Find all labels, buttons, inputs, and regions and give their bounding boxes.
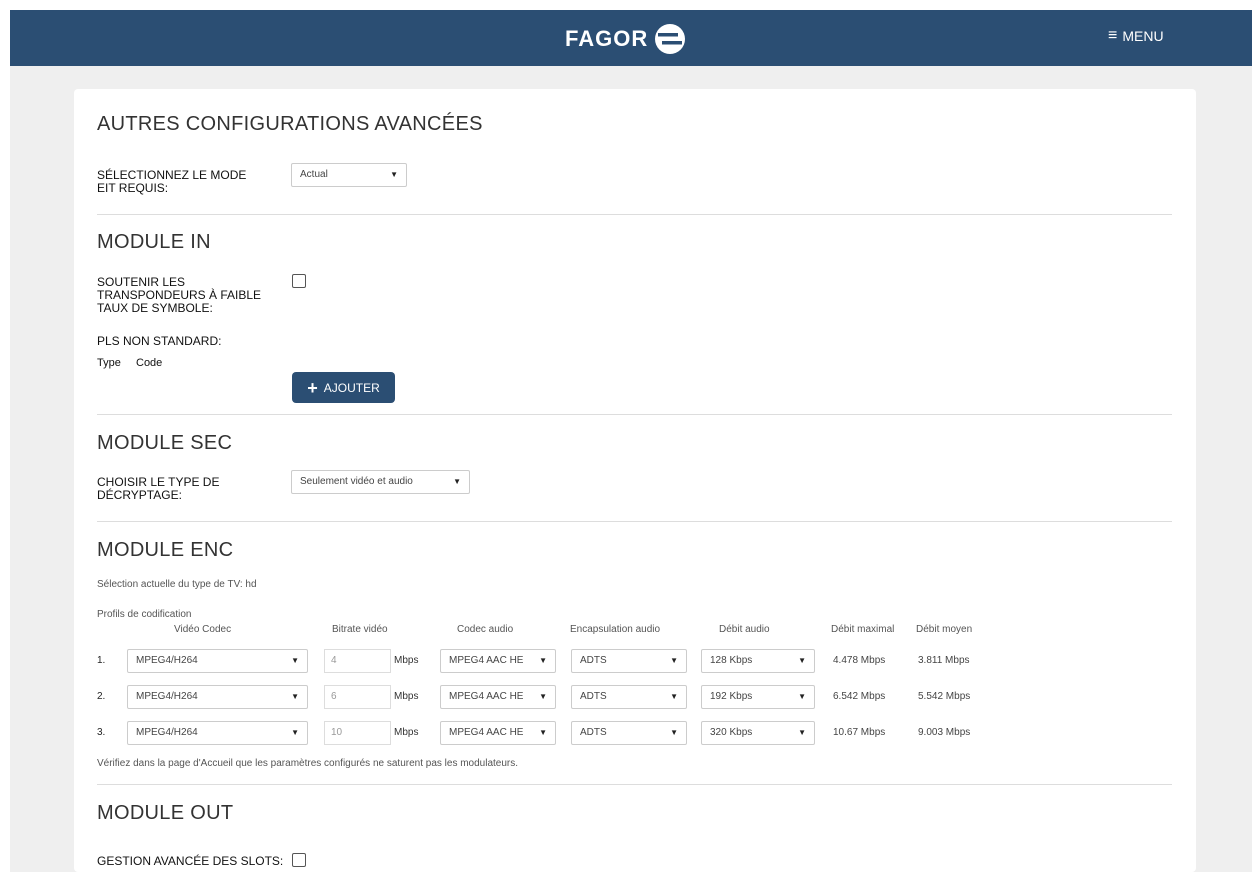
divider — [97, 521, 1172, 522]
profile-row-number: 3. — [97, 727, 106, 738]
logo-text: FAGOR — [565, 26, 649, 51]
menu-button[interactable]: ≡ MENU — [1108, 27, 1164, 45]
eit-mode-label: SÉLECTIONNEZ LE MODE EIT REQUIS: — [97, 168, 247, 195]
audio-rate-value: 192 Kbps — [710, 691, 753, 702]
video-bitrate-input[interactable]: 4 — [324, 649, 391, 673]
low-rate-checkbox[interactable] — [292, 274, 306, 288]
hamburger-icon: ≡ — [1108, 27, 1118, 44]
chevron-down-icon: ▼ — [670, 728, 678, 737]
col-audio-encapsulation: Encapsulation audio — [570, 624, 661, 635]
tv-type-text: Sélection actuelle du type de TV: hd — [97, 579, 257, 590]
audio-rate-value: 320 Kbps — [710, 727, 753, 738]
video-codec-value: MPEG4/H264 — [136, 727, 198, 738]
chevron-down-icon: ▼ — [291, 728, 299, 737]
slots-checkbox[interactable] — [292, 853, 306, 867]
fagor-logo[interactable]: FAGOR — [565, 23, 686, 55]
chevron-down-icon: ▼ — [539, 728, 547, 737]
bitrate-unit: Mbps — [394, 727, 419, 738]
chevron-down-icon: ▼ — [291, 692, 299, 701]
chevron-down-icon: ▼ — [798, 656, 806, 665]
audio-rate-select[interactable]: 320 Kbps ▼ — [701, 721, 815, 745]
decrypt-type-value: Seulement vidéo et audio — [300, 476, 413, 487]
audio-codec-select[interactable]: MPEG4 AAC HE ▼ — [440, 721, 556, 745]
eit-mode-select[interactable]: Actual ▼ — [291, 163, 407, 187]
audio-codec-value: MPEG4 AAC HE — [449, 727, 524, 738]
bitrate-unit: Mbps — [394, 655, 419, 666]
chevron-down-icon: ▼ — [390, 170, 398, 179]
divider — [97, 784, 1172, 785]
fagor-logo-mark-icon — [655, 24, 686, 54]
max-rate-value: 4.478 Mbps — [833, 655, 886, 666]
avg-rate-value: 5.542 Mbps — [918, 691, 971, 702]
video-codec-value: MPEG4/H264 — [136, 691, 198, 702]
audio-codec-value: MPEG4 AAC HE — [449, 691, 524, 702]
chevron-down-icon: ▼ — [291, 656, 299, 665]
audio-codec-select[interactable]: MPEG4 AAC HE ▼ — [440, 649, 556, 673]
audio-rate-select[interactable]: 128 Kbps ▼ — [701, 649, 815, 673]
chevron-down-icon: ▼ — [670, 656, 678, 665]
low-rate-label: SOUTENIR LES TRANSPONDEURS À FAIBLE TAUX… — [97, 275, 262, 315]
bitrate-unit: Mbps — [394, 691, 419, 702]
col-video-codec: Vidéo Codec — [174, 624, 232, 635]
encapsulation-value: ADTS — [580, 655, 607, 666]
advanced-title: AUTRES CONFIGURATIONS AVANCÉES — [97, 113, 483, 135]
profile-row-number: 2. — [97, 691, 106, 702]
encapsulation-select[interactable]: ADTS ▼ — [571, 685, 687, 709]
video-bitrate-input[interactable]: 6 — [324, 685, 391, 709]
video-codec-select[interactable]: MPEG4/H264 ▼ — [127, 649, 308, 673]
avg-rate-value: 3.811 Mbps — [918, 655, 970, 666]
chevron-down-icon: ▼ — [670, 692, 678, 701]
chevron-down-icon: ▼ — [539, 656, 547, 665]
add-pls-button[interactable]: + AJOUTER — [292, 372, 395, 403]
col-video-bitrate: Bitrate vidéo — [332, 624, 388, 635]
menu-label: MENU — [1122, 28, 1164, 44]
max-rate-value: 10.67 Mbps — [833, 727, 886, 738]
settings-card: AUTRES CONFIGURATIONS AVANCÉES SÉLECTION… — [74, 89, 1196, 872]
enc-note: Vérifiez dans la page d'Accueil que les … — [97, 758, 519, 769]
audio-rate-select[interactable]: 192 Kbps ▼ — [701, 685, 815, 709]
profile-row-number: 1. — [97, 655, 106, 666]
encapsulation-value: ADTS — [580, 691, 607, 702]
chevron-down-icon: ▼ — [798, 692, 806, 701]
chevron-down-icon: ▼ — [798, 728, 806, 737]
audio-rate-value: 128 Kbps — [710, 655, 753, 666]
module-sec-title: MODULE SEC — [97, 432, 233, 454]
col-max-rate: Débit maximal — [831, 624, 895, 635]
video-bitrate-input[interactable]: 10 — [324, 721, 391, 745]
encapsulation-select[interactable]: ADTS ▼ — [571, 649, 687, 673]
decrypt-type-select[interactable]: Seulement vidéo et audio ▼ — [291, 470, 470, 494]
add-button-label: AJOUTER — [323, 380, 380, 395]
col-avg-rate: Débit moyen — [916, 624, 973, 635]
chevron-down-icon: ▼ — [539, 692, 547, 701]
encapsulation-select[interactable]: ADTS ▼ — [571, 721, 687, 745]
audio-codec-value: MPEG4 AAC HE — [449, 655, 524, 666]
max-rate-value: 6.542 Mbps — [833, 691, 886, 702]
col-audio-rate: Débit audio — [719, 624, 770, 635]
video-codec-select[interactable]: MPEG4/H264 ▼ — [127, 721, 308, 745]
video-codec-select[interactable]: MPEG4/H264 ▼ — [127, 685, 308, 709]
module-in-title: MODULE IN — [97, 231, 211, 253]
plus-icon: + — [307, 377, 318, 398]
slots-label: GESTION AVANCÉE DES SLOTS: — [97, 854, 284, 868]
pls-type-header: Type — [97, 357, 121, 369]
decrypt-type-label: CHOISIR LE TYPE DE DÉCRYPTAGE: — [97, 475, 220, 502]
chevron-down-icon: ▼ — [453, 477, 461, 486]
module-enc-title: MODULE ENC — [97, 539, 234, 561]
module-out-title: MODULE OUT — [97, 802, 234, 824]
divider — [97, 214, 1172, 215]
video-codec-value: MPEG4/H264 — [136, 655, 198, 666]
profiles-label: Profils de codification — [97, 609, 192, 620]
avg-rate-value: 9.003 Mbps — [918, 727, 971, 738]
top-navbar: FAGOR ≡ MENU — [10, 10, 1252, 66]
encapsulation-value: ADTS — [580, 727, 607, 738]
divider — [97, 414, 1172, 415]
audio-codec-select[interactable]: MPEG4 AAC HE ▼ — [440, 685, 556, 709]
pls-code-header: Code — [136, 357, 163, 369]
pls-label: PLS NON STANDARD: — [97, 334, 222, 348]
col-audio-codec: Codec audio — [457, 624, 514, 635]
eit-mode-value: Actual — [300, 169, 328, 180]
